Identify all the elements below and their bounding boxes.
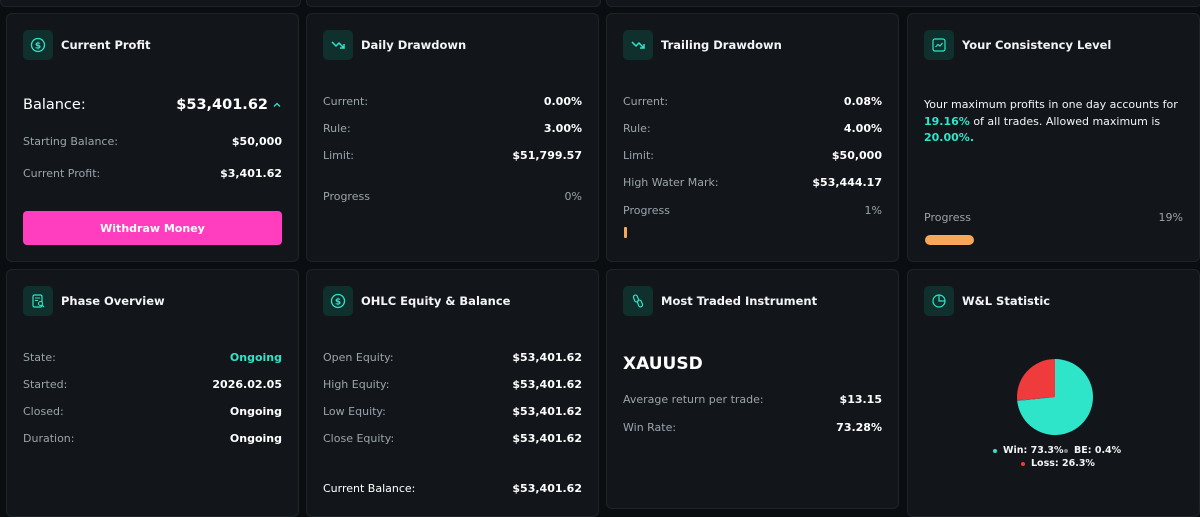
consistency-percent: 19.16% bbox=[924, 114, 970, 128]
close-equity-label: Close Equity: bbox=[323, 432, 395, 445]
high-equity-label: High Equity: bbox=[323, 378, 390, 391]
high-water-mark-value: $53,444.17 bbox=[812, 176, 882, 189]
win-dot-icon bbox=[993, 448, 997, 453]
daily-drawdown-card: Daily Drawdown Current: 0.00% Rule: 3.00… bbox=[306, 13, 599, 262]
card-title: Your Consistency Level bbox=[962, 38, 1112, 52]
win-loss-pie-chart bbox=[1017, 359, 1093, 435]
document-search-icon bbox=[23, 286, 53, 316]
current-value: 0.08% bbox=[843, 95, 882, 108]
chevron-up-icon bbox=[273, 102, 281, 107]
withdraw-money-button[interactable]: Withdraw Money bbox=[23, 211, 282, 245]
limit-label: Limit: bbox=[623, 149, 654, 162]
current-value: 0.00% bbox=[543, 95, 582, 108]
balance-label: Balance: bbox=[23, 97, 86, 113]
duration-value: Ongoing bbox=[229, 432, 282, 445]
current-profit-label: Current Profit: bbox=[23, 167, 101, 180]
current-profit-value: $3,401.62 bbox=[220, 167, 282, 180]
win-rate-label: Win Rate: bbox=[623, 421, 677, 434]
legend-be: BE: 0.4% bbox=[1064, 445, 1121, 456]
most-traded-card: Most Traded Instrument XAUUSD Average re… bbox=[606, 269, 899, 509]
progress-label: Progress bbox=[623, 204, 670, 217]
progress-value: 0% bbox=[564, 190, 582, 203]
closed-label: Closed: bbox=[23, 405, 64, 418]
card-title: Most Traded Instrument bbox=[661, 294, 818, 308]
pie-slice-loss bbox=[1017, 359, 1055, 401]
phase-overview-card: Phase Overview State: Ongoing Started: 2… bbox=[6, 269, 299, 517]
progress-label: Progress bbox=[924, 211, 971, 224]
high-water-mark-label: High Water Mark: bbox=[623, 176, 719, 189]
win-rate-value: 73.28% bbox=[836, 421, 882, 434]
card-title: W&L Statistic bbox=[962, 294, 1051, 308]
top-card-edge bbox=[306, 0, 601, 7]
consistency-description: Your maximum profits in one day accounts… bbox=[924, 98, 1178, 144]
link-icon bbox=[623, 286, 653, 316]
low-equity-value: $53,401.62 bbox=[512, 405, 582, 418]
legend-win: Win: 73.3% bbox=[993, 445, 1064, 456]
rule-value: 4.00% bbox=[843, 122, 882, 135]
top-card-edge bbox=[0, 0, 301, 7]
be-dot-icon bbox=[1064, 448, 1068, 453]
limit-value: $51,799.57 bbox=[512, 149, 582, 162]
top-card-edge bbox=[606, 0, 1200, 7]
card-title: Daily Drawdown bbox=[361, 38, 467, 52]
trailing-drawdown-card: Trailing Drawdown Current: 0.08% Rule: 4… bbox=[606, 13, 899, 262]
current-profit-card: $ Current Profit Balance: $53,401.62 Sta… bbox=[6, 13, 299, 262]
limit-label: Limit: bbox=[323, 149, 354, 162]
high-equity-value: $53,401.62 bbox=[512, 378, 582, 391]
legend-loss: Loss: 26.3% bbox=[1021, 458, 1095, 469]
closed-value: Ongoing bbox=[229, 405, 282, 418]
rule-label: Rule: bbox=[323, 122, 351, 135]
loss-dot-icon bbox=[1021, 461, 1025, 466]
pie-chart-icon bbox=[924, 286, 954, 316]
current-label: Current: bbox=[323, 95, 369, 108]
dollar-circle-icon: $ bbox=[23, 30, 53, 60]
progress-value: 19% bbox=[1158, 211, 1183, 224]
average-return-label: Average return per trade: bbox=[623, 393, 764, 406]
duration-label: Duration: bbox=[23, 432, 75, 445]
open-equity-label: Open Equity: bbox=[323, 351, 394, 364]
card-title: OHLC Equity & Balance bbox=[361, 294, 511, 308]
state-label: State: bbox=[23, 351, 56, 364]
starting-balance-label: Starting Balance: bbox=[23, 135, 118, 148]
balance-value: $53,401.62 bbox=[176, 97, 268, 113]
current-balance-label: Current Balance: bbox=[323, 482, 416, 495]
state-value: Ongoing bbox=[229, 351, 282, 364]
ohlc-card: $ OHLC Equity & Balance Open Equity: $53… bbox=[306, 269, 599, 517]
dollar-circle-icon: $ bbox=[323, 286, 353, 316]
progress-bar-fill bbox=[925, 235, 975, 245]
close-equity-value: $53,401.62 bbox=[512, 432, 582, 445]
card-title: Current Profit bbox=[61, 38, 151, 52]
trend-down-icon bbox=[323, 30, 353, 60]
trend-down-icon bbox=[623, 30, 653, 60]
progress-bar-fill bbox=[624, 227, 627, 238]
wl-statistic-card: W&L Statistic Win: 73.3% BE: 0.4% Loss: … bbox=[907, 269, 1200, 517]
rule-value: 3.00% bbox=[543, 122, 582, 135]
open-equity-value: $53,401.62 bbox=[512, 351, 582, 364]
progress-value: 1% bbox=[864, 204, 882, 217]
current-label: Current: bbox=[623, 95, 669, 108]
average-return-value: $13.15 bbox=[839, 393, 882, 406]
starting-balance-value: $50,000 bbox=[231, 135, 282, 148]
progress-label: Progress bbox=[323, 190, 370, 203]
rule-label: Rule: bbox=[623, 122, 651, 135]
card-title: Trailing Drawdown bbox=[661, 38, 782, 52]
limit-value: $50,000 bbox=[831, 149, 882, 162]
low-equity-label: Low Equity: bbox=[323, 405, 386, 418]
started-label: Started: bbox=[23, 378, 68, 391]
svg-text:$: $ bbox=[335, 297, 341, 307]
consistency-card: Your Consistency Level Your maximum prof… bbox=[907, 13, 1200, 262]
current-balance-value: $53,401.62 bbox=[512, 482, 582, 495]
svg-text:$: $ bbox=[35, 41, 41, 51]
instrument-symbol: XAUUSD bbox=[623, 354, 703, 374]
card-title: Phase Overview bbox=[61, 294, 165, 308]
line-chart-icon bbox=[924, 30, 954, 60]
started-value: 2026.02.05 bbox=[212, 378, 282, 391]
allowed-maximum: 20.00% bbox=[924, 131, 970, 144]
